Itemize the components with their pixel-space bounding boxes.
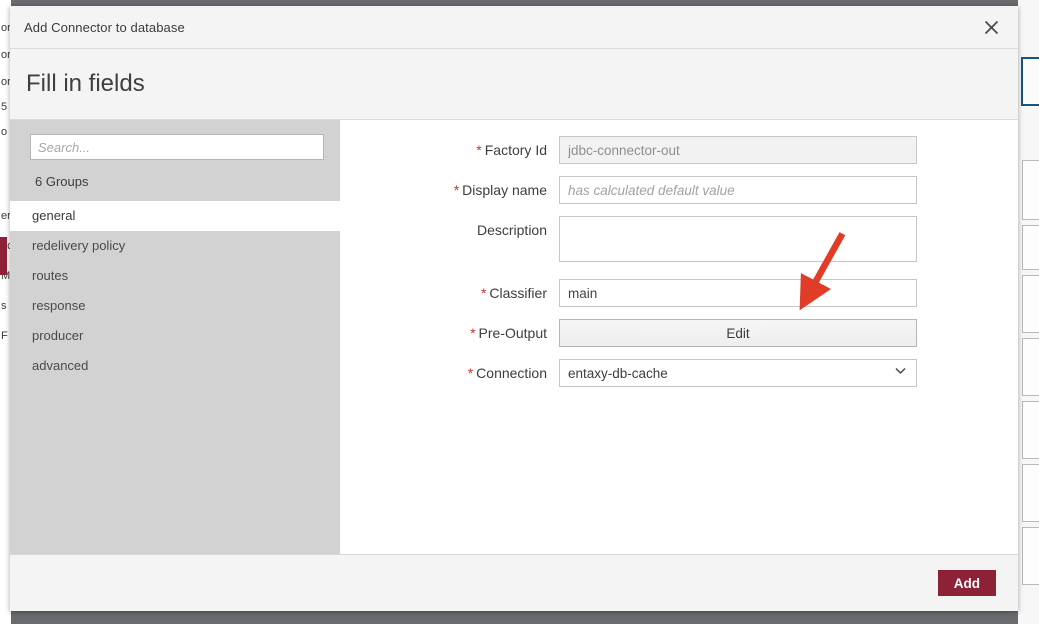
required-marker: * — [454, 182, 459, 198]
background-card — [1022, 401, 1039, 459]
dialog-titlebar: Add Connector to database — [10, 6, 1018, 49]
background-card — [1022, 338, 1039, 396]
dialog-title: Add Connector to database — [10, 20, 185, 35]
search-container — [10, 120, 340, 160]
pre-output-edit-button[interactable]: Edit — [559, 319, 917, 347]
field-label-text: Factory Id — [485, 142, 547, 158]
dialog-body: 6 Groups general redelivery policy route… — [10, 120, 1018, 554]
sidebar-item-response[interactable]: response — [10, 291, 340, 321]
field-label-display-name: *Display name — [340, 176, 559, 204]
field-label-text: Connection — [476, 365, 547, 381]
field-label-factory-id: *Factory Id — [340, 136, 559, 164]
form-row-display-name: *Display name — [340, 176, 1018, 204]
field-label-text: Description — [477, 222, 547, 238]
description-textarea[interactable] — [559, 216, 917, 262]
required-marker: * — [476, 142, 481, 158]
form-row-classifier: *Classifier — [340, 279, 1018, 307]
field-label-pre-output: *Pre-Output — [340, 319, 559, 347]
field-label-classifier: *Classifier — [340, 279, 559, 307]
sidebar-item-routes[interactable]: routes — [10, 261, 340, 291]
background-card — [1022, 527, 1039, 585]
display-name-input[interactable] — [559, 176, 917, 204]
background-highlighted-box — [1021, 57, 1039, 106]
sidebar-item-producer[interactable]: producer — [10, 321, 340, 351]
sidebar-item-redelivery-policy[interactable]: redelivery policy — [10, 231, 340, 261]
field-control-classifier — [559, 279, 1018, 307]
background-card — [1022, 160, 1039, 220]
required-marker: * — [481, 285, 486, 301]
connection-select-wrapper: entaxy-db-cache — [559, 359, 917, 387]
groups-count-label: 6 Groups — [10, 160, 340, 201]
required-marker: * — [470, 325, 475, 341]
field-label-text: Pre-Output — [479, 325, 547, 341]
search-input[interactable] — [30, 134, 324, 160]
form-row-factory-id: *Factory Id — [340, 136, 1018, 164]
field-label-description: Description — [340, 216, 559, 244]
form-row-description: Description — [340, 216, 1018, 267]
dialog-footer: Add — [10, 554, 1018, 611]
add-connector-dialog: Add Connector to database Fill in fields… — [10, 6, 1018, 611]
sidebar-item-advanced[interactable]: advanced — [10, 351, 340, 381]
page-title: Fill in fields — [10, 70, 145, 98]
background-card — [1022, 275, 1039, 333]
field-control-description — [559, 216, 1018, 267]
form-row-pre-output: *Pre-Output Edit — [340, 319, 1018, 347]
field-control-display-name — [559, 176, 1018, 204]
sidebar-item-general[interactable]: general — [10, 201, 340, 231]
fields-form: *Factory Id *Display name Description — [340, 120, 1018, 554]
field-label-connection: *Connection — [340, 359, 559, 387]
groups-sidebar: 6 Groups general redelivery policy route… — [10, 120, 340, 554]
form-row-connection: *Connection entaxy-db-cache — [340, 359, 1018, 387]
field-label-text: Classifier — [489, 285, 547, 301]
field-control-connection: entaxy-db-cache — [559, 359, 1018, 387]
background-accent-strip — [0, 237, 7, 275]
field-control-factory-id — [559, 136, 1018, 164]
dialog-header: Fill in fields — [10, 49, 1018, 120]
group-list: general redelivery policy routes respons… — [10, 201, 340, 381]
background-card — [1022, 225, 1039, 270]
factory-id-input — [559, 136, 917, 164]
add-button[interactable]: Add — [938, 570, 996, 596]
classifier-input[interactable] — [559, 279, 917, 307]
connection-select[interactable]: entaxy-db-cache — [559, 359, 917, 387]
field-label-text: Display name — [462, 182, 547, 198]
required-marker: * — [468, 365, 473, 381]
background-card — [1022, 464, 1039, 522]
field-control-pre-output: Edit — [559, 319, 1018, 347]
close-icon[interactable] — [974, 10, 1008, 44]
